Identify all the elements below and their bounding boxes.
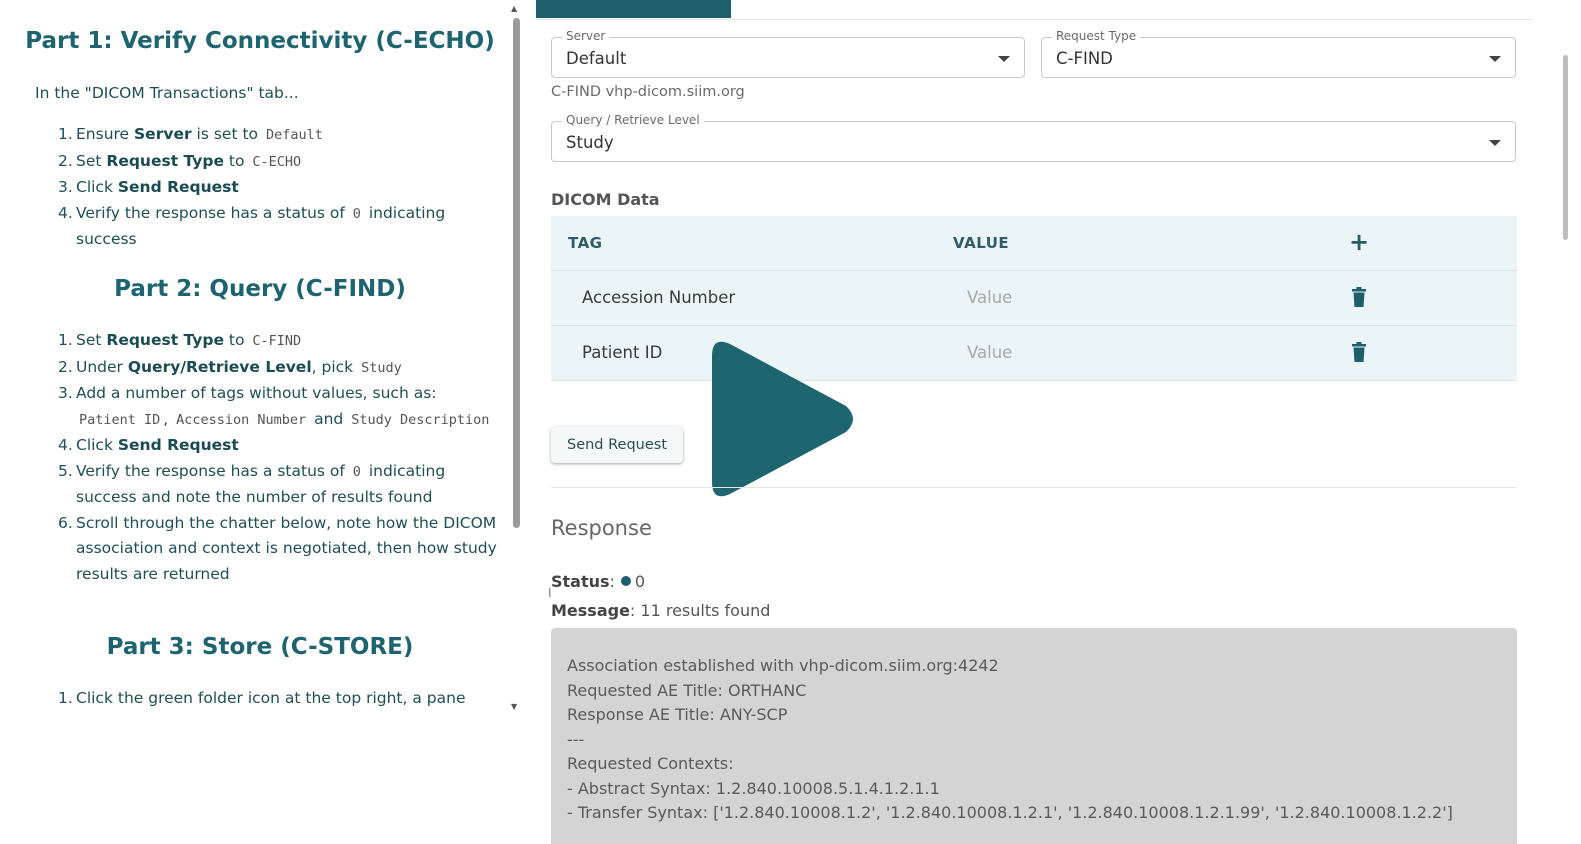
- trash-icon[interactable]: [1351, 342, 1367, 362]
- message-value: 11 results found: [640, 601, 771, 620]
- section-divider: [551, 487, 1517, 488]
- part1-steps: 1. Ensure Server is set to Default 2. Set …: [58, 122, 498, 253]
- status-value: 0: [634, 572, 646, 591]
- query-level-value: Study: [566, 133, 614, 152]
- log-line: - Abstract Syntax: 1.2.840.10008.5.1.4.1…: [567, 779, 940, 798]
- scrollbar-thumb[interactable]: [513, 18, 520, 528]
- response-title: Response: [551, 516, 652, 540]
- log-line: Requested Contexts:: [567, 754, 734, 773]
- log-line: Requested AE Title: ORTHANC: [567, 681, 807, 700]
- table-row: Accession Number Value: [551, 271, 1517, 326]
- server-helper-text: C-FIND vhp-dicom.siim.org: [551, 84, 745, 100]
- value-input[interactable]: Value: [967, 343, 1012, 362]
- part2-steps: 1. Set Request Type to C-FIND 2. Under Que…: [58, 328, 498, 587]
- instructions-scrollbar[interactable]: ▲ ▼: [510, 4, 522, 712]
- caret-down-icon[interactable]: [1489, 140, 1501, 146]
- text-cursor: I: [548, 586, 552, 600]
- tag-name: Accession Number: [582, 288, 736, 307]
- list-item: 2. Set Request Type to C-ECHO: [58, 151, 302, 170]
- request-type-label: Request Type: [1052, 29, 1141, 43]
- response-message: Message: 11 results found: [551, 601, 771, 620]
- log-line: Response AE Title: ANY-SCP: [567, 705, 788, 724]
- log-line: - Transfer Syntax: ['1.2.840.10008.1.2',…: [567, 803, 1453, 822]
- list-item: 1. Click the green folder icon at the top…: [58, 689, 466, 707]
- server-value: Default: [566, 49, 627, 68]
- column-header-tag: TAG: [568, 234, 603, 252]
- value-input[interactable]: Value: [967, 288, 1012, 307]
- list-item: 1. Set Request Type to C-FIND: [58, 331, 302, 349]
- part3-steps: 1. Click the green folder icon at the top…: [58, 686, 498, 712]
- response-log: Association established with vhp-dicom.s…: [551, 628, 1517, 844]
- status-label: Status: [551, 572, 610, 591]
- trash-icon[interactable]: [1351, 287, 1367, 307]
- log-line: Association established with vhp-dicom.s…: [567, 656, 999, 675]
- request-type-select[interactable]: Request Type C-FIND: [1041, 29, 1516, 78]
- instructions-panel: Part 1: Verify Connectivity (C-ECHO) In …: [0, 0, 510, 720]
- part3-heading: Part 3: Store (C-STORE): [106, 634, 414, 660]
- list-item: 2. Under Query/Retrieve Level, pick Study: [58, 357, 402, 376]
- list-item: 4. Click Send Request: [58, 436, 239, 454]
- query-level-select[interactable]: Query / Retrieve Level Study: [551, 113, 1516, 162]
- list-item: 6. Scroll through the chatter below, note…: [58, 513, 497, 583]
- table-header: TAG VALUE +: [551, 216, 1517, 271]
- response-status: Status: 0: [551, 572, 646, 591]
- play-icon[interactable]: [708, 336, 858, 502]
- dicom-data-table: TAG VALUE + Accession Number Value Patie…: [551, 216, 1517, 381]
- caret-down-icon[interactable]: [1489, 56, 1501, 62]
- list-item: 5. Verify the response has a status of 0 …: [58, 461, 446, 507]
- list-item: 3. Add a number of tags without values, s…: [58, 384, 490, 428]
- part2-heading: Part 2: Query (C-FIND): [114, 276, 406, 302]
- list-item: 3. Click Send Request: [58, 178, 239, 196]
- caret-down-icon[interactable]: [998, 56, 1010, 62]
- plus-icon[interactable]: +: [1349, 228, 1369, 256]
- send-request-button[interactable]: Send Request: [551, 427, 683, 463]
- message-label: Message: [551, 601, 630, 620]
- query-level-label: Query / Retrieve Level: [562, 113, 704, 127]
- request-type-value: C-FIND: [1056, 49, 1113, 68]
- dicom-data-title: DICOM Data: [551, 190, 660, 209]
- tag-name: Patient ID: [582, 343, 663, 362]
- server-label: Server: [562, 29, 610, 43]
- table-row: Patient ID Value: [551, 326, 1517, 381]
- part1-heading: Part 1: Verify Connectivity (C-ECHO): [25, 28, 495, 54]
- list-item: 4. Verify the response has a status of 0 …: [58, 203, 446, 249]
- tab-divider: [536, 19, 1532, 20]
- scroll-up-arrow-icon[interactable]: ▲: [511, 4, 517, 13]
- column-header-value: VALUE: [953, 234, 1010, 252]
- page-scrollbar-thumb[interactable]: [1563, 55, 1568, 240]
- server-select[interactable]: Server Default: [551, 29, 1025, 78]
- list-item: 1. Ensure Server is set to Default: [58, 125, 323, 143]
- active-tab-indicator[interactable]: [536, 0, 731, 18]
- scroll-down-arrow-icon[interactable]: ▼: [511, 702, 517, 711]
- status-dot-icon: [620, 576, 631, 586]
- part1-intro: In the "DICOM Transactions" tab...: [35, 84, 299, 102]
- log-line: ---: [567, 730, 585, 749]
